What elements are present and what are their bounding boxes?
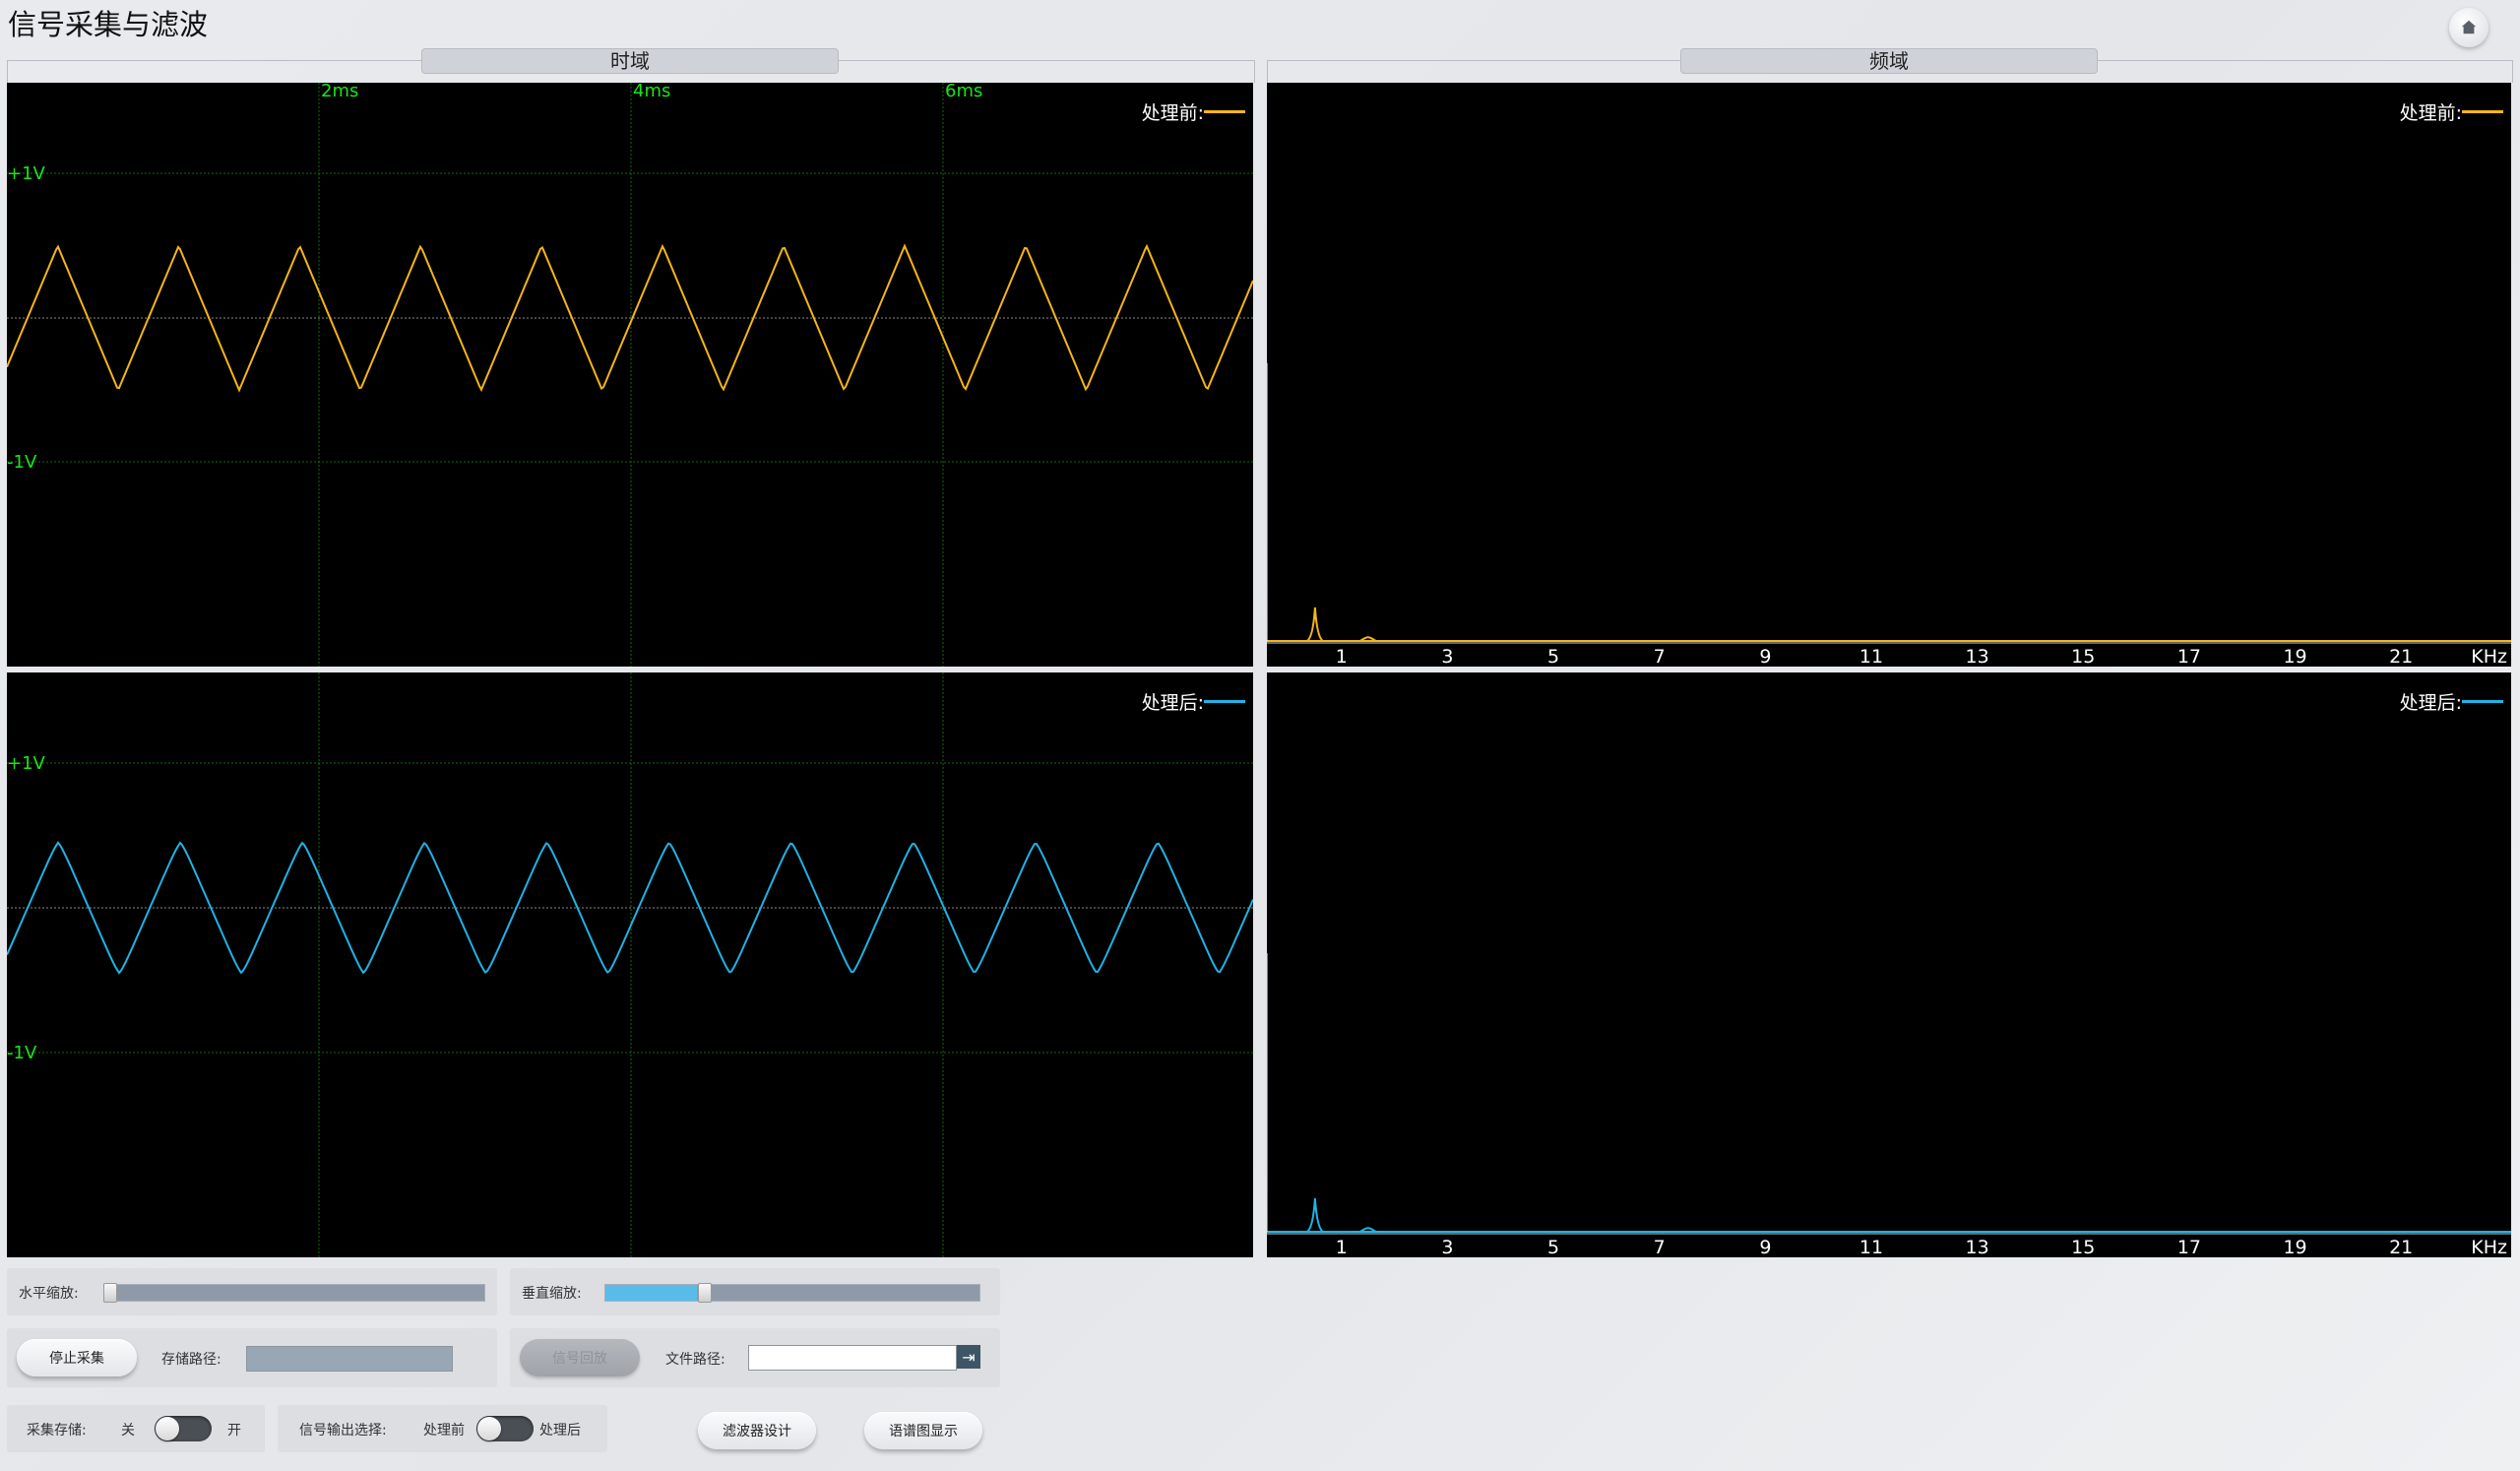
freq-legend-before-swatch [2462, 110, 2503, 113]
x-unit-label: KHz [2471, 1237, 2507, 1257]
h-zoom-panel: 水平缩放: [7, 1268, 497, 1315]
x-tick-label: 6ms [945, 83, 982, 101]
h-zoom-slider-handle[interactable] [103, 1283, 117, 1303]
arrow-right-icon: ⇥ [962, 1347, 976, 1367]
x-tick-label: 5 [1547, 646, 1559, 667]
filter-design-button[interactable]: 滤波器设计 [698, 1412, 816, 1449]
freq-plot-before: 1 3 5 7 9 11 13 15 17 19 21 KHz 处理前: [1267, 83, 2511, 667]
legend-before: 处理前: [1142, 98, 1245, 125]
output-select-label: 信号输出选择: [299, 1423, 387, 1439]
y-tick-label: +1V [7, 753, 46, 774]
x-tick-label: 1 [1336, 646, 1348, 667]
x-tick-label: 21 [2389, 646, 2413, 667]
x-tick-label: 9 [1759, 1237, 1771, 1257]
output-before-label: 处理前 [423, 1423, 465, 1439]
freq-plot-after: 1 3 5 7 9 11 13 15 17 19 21 KHz 处理后: [1267, 672, 2511, 1257]
output-after-label: 处理后 [539, 1423, 581, 1439]
x-tick-label: 17 [2177, 1237, 2201, 1257]
acq-save-off-label: 关 [121, 1423, 135, 1439]
freq-legend-after-swatch [2462, 700, 2503, 703]
freq-plot-after-canvas: 1 3 5 7 9 11 13 15 17 19 21 KHz [1267, 953, 2511, 1257]
x-tick-label: 11 [1859, 646, 1883, 667]
x-tick-label: 19 [2283, 1237, 2306, 1257]
freq-legend-before: 处理前: [2400, 98, 2503, 125]
h-zoom-label: 水平缩放: [19, 1286, 79, 1302]
x-tick-label: 3 [1441, 1237, 1453, 1257]
time-plot-after-canvas: +1V -1V [7, 672, 1253, 1257]
file-path-go-button[interactable]: ⇥ [957, 1345, 980, 1369]
freq-plot-before-canvas: 1 3 5 7 9 11 13 15 17 19 21 KHz [1267, 362, 2511, 667]
acq-save-toggle[interactable] [155, 1416, 212, 1441]
time-plot-before-canvas: 2ms 4ms 6ms +1V -1V [7, 83, 1253, 667]
file-path-label: 文件路径: [665, 1352, 725, 1368]
acq-save-toggle-knob [156, 1417, 179, 1440]
acq-save-panel: 采集存储: 关 开 [7, 1405, 265, 1452]
output-select-toggle-knob [477, 1417, 501, 1440]
x-tick-label: 19 [2283, 646, 2306, 667]
legend-after-label: 处理后: [1141, 692, 1204, 714]
x-unit-label: KHz [2471, 646, 2507, 667]
legend-before-label: 处理前: [1141, 102, 1204, 124]
freq-legend-after: 处理后: [2400, 688, 2503, 715]
legend-after: 处理后: [1142, 688, 1245, 715]
x-tick-label: 17 [2177, 646, 2201, 667]
time-plot-before: 2ms 4ms 6ms +1V -1V 处理前: [7, 83, 1253, 667]
v-zoom-slider-handle[interactable] [698, 1283, 712, 1303]
x-tick-label: 7 [1654, 646, 1666, 667]
x-tick-label: 13 [1966, 646, 1989, 667]
spectrogram-button[interactable]: 语谱图显示 [864, 1412, 982, 1449]
acquisition-panel: 停止采集 存储路径: [7, 1328, 497, 1387]
spectrum-peak [1306, 1197, 1324, 1233]
home-icon [2461, 20, 2477, 34]
x-tick-label: 2ms [321, 83, 358, 101]
x-tick-label: 13 [1966, 1237, 1989, 1257]
acq-save-label: 采集存储: [27, 1423, 87, 1439]
x-tick-label: 15 [2071, 1237, 2095, 1257]
replay-panel: 信号回放 文件路径: ⇥ [510, 1328, 1000, 1387]
v-zoom-label: 垂直缩放: [522, 1286, 582, 1302]
x-tick-label: 9 [1759, 646, 1771, 667]
app-title: 信号采集与滤波 [8, 8, 209, 41]
x-tick-label: 7 [1654, 1237, 1666, 1257]
home-button[interactable] [2449, 8, 2488, 47]
x-tick-label: 11 [1859, 1237, 1883, 1257]
y-tick-label: -1V [7, 452, 37, 473]
time-domain-tab: 时域 [421, 48, 839, 74]
x-tick-label: 21 [2389, 1237, 2413, 1257]
file-path-field[interactable] [748, 1345, 957, 1371]
x-tick-label: 15 [2071, 646, 2095, 667]
v-zoom-panel: 垂直缩放: [510, 1268, 1000, 1315]
legend-before-swatch [1204, 110, 1245, 113]
spectrum-peak [1306, 607, 1324, 642]
output-select-toggle[interactable] [476, 1416, 534, 1441]
x-tick-label: 5 [1547, 1237, 1559, 1257]
acq-save-on-label: 开 [227, 1423, 241, 1439]
x-tick-label: 3 [1441, 646, 1453, 667]
save-path-field[interactable] [246, 1346, 453, 1372]
legend-after-swatch [1204, 700, 1245, 703]
output-select-panel: 信号输出选择: 处理前 处理后 [278, 1405, 607, 1452]
freq-legend-before-label: 处理前: [2399, 102, 2462, 124]
y-tick-label: -1V [7, 1043, 37, 1063]
freq-domain-tab: 频域 [1680, 48, 2098, 74]
h-zoom-slider[interactable] [103, 1284, 485, 1302]
freq-legend-after-label: 处理后: [2399, 692, 2462, 714]
x-tick-label: 1 [1336, 1237, 1348, 1257]
save-path-label: 存储路径: [161, 1352, 221, 1368]
v-zoom-slider-fill [605, 1285, 697, 1301]
x-tick-label: 4ms [633, 83, 670, 101]
stop-acquisition-button[interactable]: 停止采集 [17, 1339, 137, 1376]
signal-replay-button[interactable]: 信号回放 [520, 1339, 640, 1376]
y-tick-label: +1V [7, 163, 46, 184]
time-plot-after: +1V -1V 处理后: [7, 672, 1253, 1257]
